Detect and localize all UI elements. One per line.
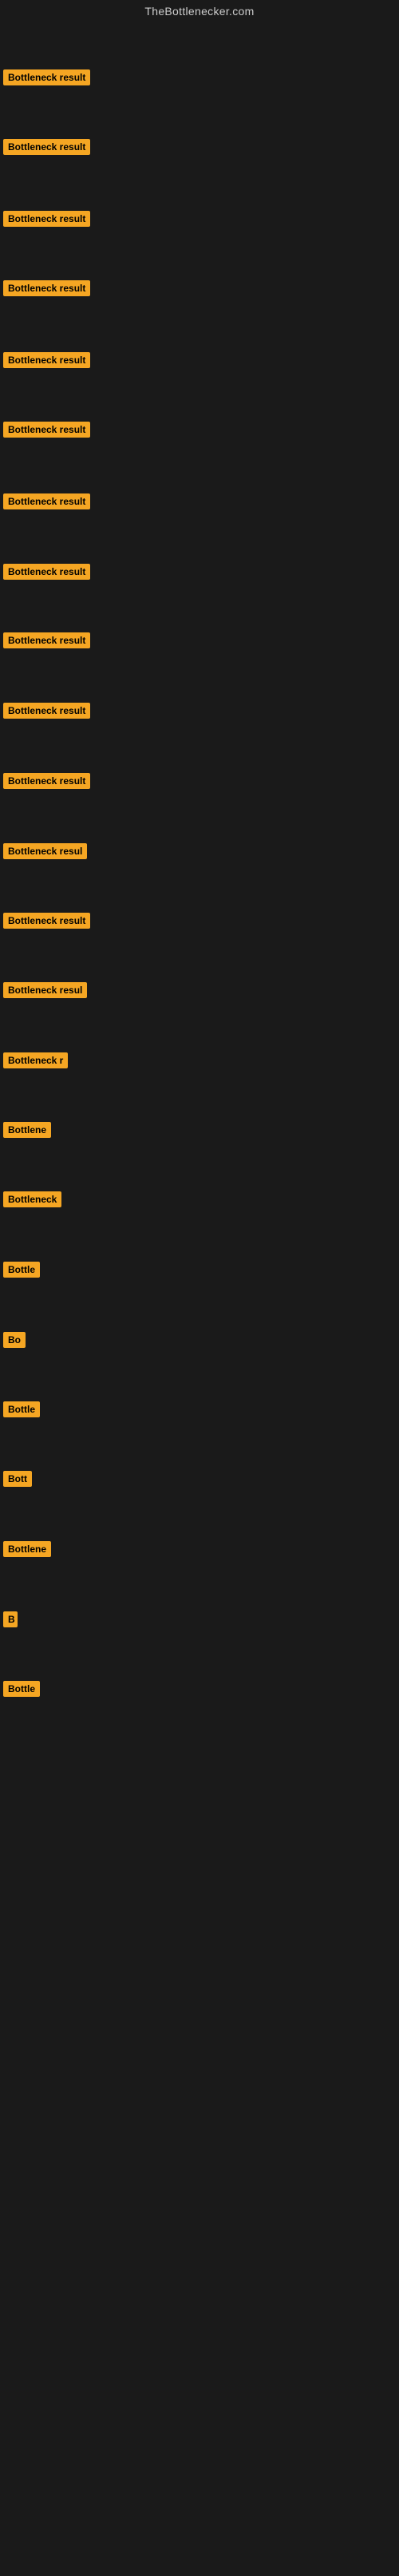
bottleneck-badge[interactable]: Bottleneck result	[3, 139, 90, 155]
bottleneck-badge[interactable]: Bottle	[3, 1262, 40, 1278]
bottleneck-badge[interactable]: B	[3, 1611, 18, 1627]
bottleneck-badge[interactable]: Bottleneck result	[3, 493, 90, 509]
result-row: Bottleneck result	[0, 208, 93, 234]
result-row: Bottleneck result	[0, 490, 93, 517]
results-list: Bottleneck result Bottleneck result Bottle…	[0, 21, 399, 2576]
bottleneck-badge[interactable]: Bottleneck result	[3, 69, 90, 85]
result-row: Bottleneck result	[0, 629, 93, 656]
bottleneck-badge[interactable]: Bottleneck result	[3, 703, 90, 719]
result-row: Bottleneck result	[0, 66, 93, 93]
result-row: Bottleneck result	[0, 418, 93, 445]
site-title: TheBottlenecker.com	[0, 0, 399, 21]
result-row: Bottleneck result	[0, 277, 93, 303]
bottleneck-badge[interactable]: Bottleneck	[3, 1191, 61, 1207]
result-row: Bottleneck	[0, 1188, 65, 1215]
result-row: Bott	[0, 1468, 35, 1494]
bottleneck-badge[interactable]: Bottleneck result	[3, 352, 90, 368]
bottleneck-badge[interactable]: Bottleneck result	[3, 422, 90, 438]
result-row: Bottleneck result	[0, 910, 93, 936]
result-row: Bottleneck result	[0, 349, 93, 375]
result-row: Bottlene	[0, 1538, 54, 1564]
site-header: TheBottlenecker.com	[0, 0, 399, 21]
result-row: Bo	[0, 1329, 29, 1355]
bottleneck-badge[interactable]: Bottlene	[3, 1541, 51, 1557]
result-row: Bottleneck resul	[0, 840, 90, 866]
result-row: Bottleneck r	[0, 1049, 71, 1076]
bottleneck-badge[interactable]: Bottle	[3, 1401, 40, 1417]
result-row: Bottleneck result	[0, 136, 93, 162]
bottleneck-badge[interactable]: Bottleneck resul	[3, 982, 87, 998]
result-row: Bottle	[0, 1398, 43, 1425]
bottleneck-badge[interactable]: Bottleneck r	[3, 1052, 68, 1068]
result-row: Bottle	[0, 1678, 43, 1704]
result-row: Bottleneck resul	[0, 979, 90, 1005]
bottleneck-badge[interactable]: Bottlene	[3, 1122, 51, 1138]
result-row: B	[0, 1608, 21, 1635]
bottleneck-badge[interactable]: Bott	[3, 1471, 32, 1487]
bottleneck-badge[interactable]: Bottleneck result	[3, 564, 90, 580]
bottleneck-badge[interactable]: Bottleneck result	[3, 632, 90, 648]
bottleneck-badge[interactable]: Bottleneck result	[3, 913, 90, 929]
bottleneck-badge[interactable]: Bottleneck result	[3, 280, 90, 296]
result-row: Bottleneck result	[0, 561, 93, 587]
bottleneck-badge[interactable]: Bo	[3, 1332, 26, 1348]
result-row: Bottleneck result	[0, 699, 93, 726]
bottleneck-badge[interactable]: Bottle	[3, 1681, 40, 1697]
bottleneck-badge[interactable]: Bottleneck result	[3, 211, 90, 227]
result-row: Bottlene	[0, 1119, 54, 1145]
bottleneck-badge[interactable]: Bottleneck result	[3, 773, 90, 789]
result-row: Bottle	[0, 1258, 43, 1285]
result-row: Bottleneck result	[0, 770, 93, 796]
bottleneck-badge[interactable]: Bottleneck resul	[3, 843, 87, 859]
